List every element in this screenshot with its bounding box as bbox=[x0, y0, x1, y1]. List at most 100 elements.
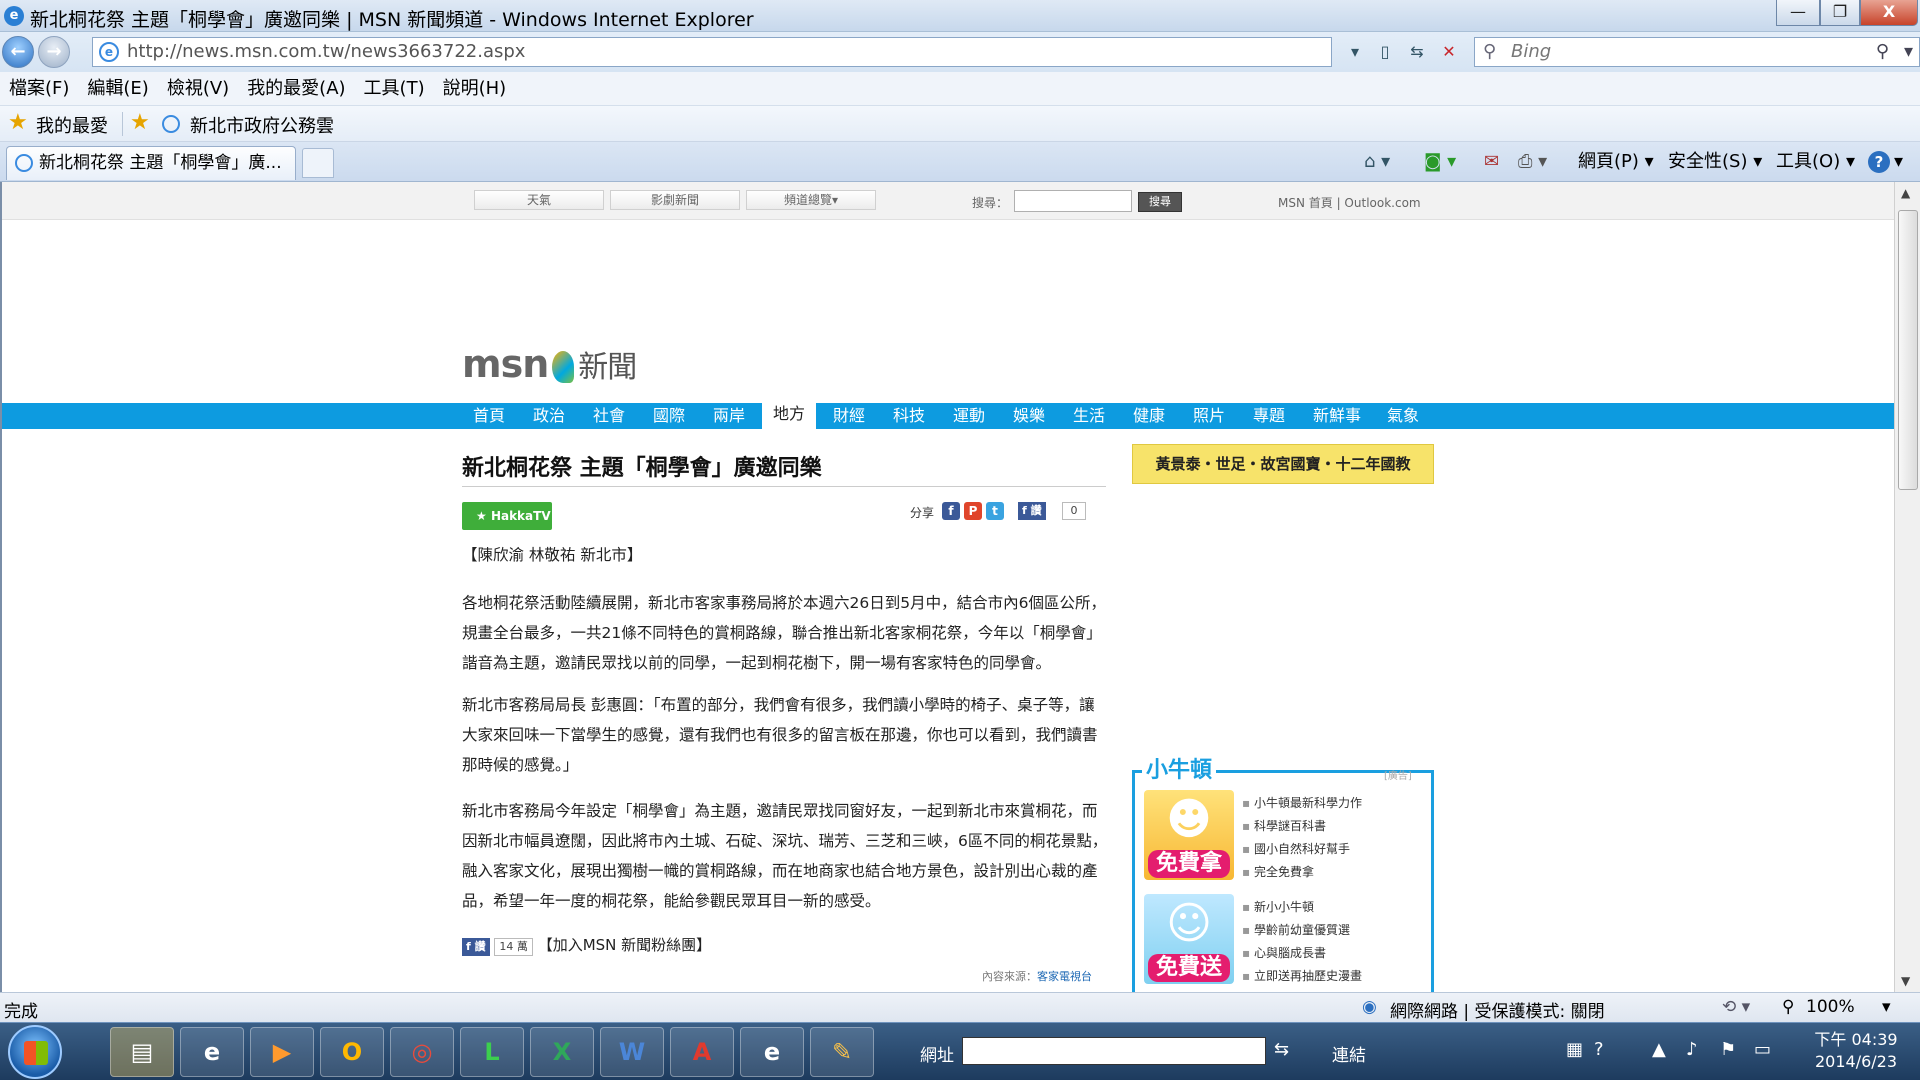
minimize-button[interactable]: — bbox=[1776, 0, 1820, 26]
fans-like-button[interactable]: f 讚 bbox=[462, 938, 490, 956]
menu-help[interactable]: 說明(H) bbox=[434, 72, 516, 106]
tab-active[interactable]: 新北桐花祭 主題「桐學會」廣... bbox=[6, 146, 296, 180]
list-item[interactable]: 科學謎百科書 bbox=[1242, 815, 1362, 838]
taskbar-links-label[interactable]: 連結 bbox=[1332, 1041, 1366, 1066]
newton-ad-image-2[interactable]: ☺ 免費送 bbox=[1144, 894, 1234, 984]
msn-search-button[interactable]: 搜尋 bbox=[1138, 192, 1182, 212]
new-tab-button[interactable] bbox=[302, 148, 334, 178]
popup-blocker-icon[interactable]: ⟲ ▾ bbox=[1722, 997, 1750, 1017]
search-input[interactable]: ⚲ Bing ⚲ ▾ bbox=[1474, 37, 1920, 67]
system-clock[interactable]: 下午 04:39 2014/6/23 bbox=[1800, 1029, 1912, 1073]
ie-window-taskbar-icon[interactable]: e bbox=[740, 1027, 804, 1077]
nav-item[interactable]: 生活 bbox=[1062, 403, 1116, 429]
weather-link[interactable]: 天氣 bbox=[474, 190, 604, 210]
menu-tools[interactable]: 工具(T) bbox=[355, 72, 434, 106]
list-item[interactable]: 新小小牛頓 bbox=[1242, 896, 1362, 919]
taskbar-go-icon[interactable]: ⇆ bbox=[1274, 1039, 1289, 1060]
nav-item-active[interactable]: 地方 bbox=[762, 401, 816, 429]
maximize-button[interactable]: ❐ bbox=[1820, 0, 1860, 26]
msn-news-logo[interactable]: msn 新聞 bbox=[462, 342, 637, 386]
tray-help-icon[interactable]: ? bbox=[1594, 1039, 1604, 1060]
zoom-level[interactable]: 100% bbox=[1806, 997, 1855, 1017]
address-bar[interactable]: e http://news.msn.com.tw/news3663722.asp… bbox=[92, 37, 1332, 67]
nav-item[interactable]: 首頁 bbox=[462, 403, 516, 429]
msn-search-input[interactable] bbox=[1014, 190, 1132, 212]
action-center-flag-icon[interactable]: ⚑ bbox=[1720, 1039, 1736, 1060]
vertical-scrollbar[interactable]: ▲ ▼ bbox=[1894, 182, 1920, 992]
volume-icon[interactable]: ♪ bbox=[1686, 1039, 1698, 1060]
scrollbar-thumb[interactable] bbox=[1898, 210, 1918, 490]
nav-item[interactable]: 氣象 bbox=[1376, 403, 1430, 429]
favorite-item-ntpc[interactable]: 新北市政府公務雲 bbox=[190, 112, 334, 138]
dropdown-arrow-icon[interactable]: ▾ bbox=[1342, 38, 1368, 66]
paint-taskbar-icon[interactable]: ✎ bbox=[810, 1027, 874, 1077]
list-item[interactable]: 心與腦成長書 bbox=[1242, 942, 1362, 965]
scroll-up-icon[interactable]: ▲ bbox=[1901, 186, 1910, 200]
compatibility-view-icon[interactable]: ▯ bbox=[1372, 38, 1398, 66]
search-options-icon[interactable]: ▾ bbox=[1904, 38, 1913, 66]
taskbar-address-input[interactable] bbox=[962, 1037, 1266, 1065]
print-icon[interactable]: ⎙ ▾ bbox=[1518, 148, 1547, 176]
stop-icon[interactable]: ✕ bbox=[1436, 38, 1462, 66]
security-zone[interactable]: 網際網路 | 受保護模式: 關閉 bbox=[1390, 997, 1605, 1022]
start-button[interactable] bbox=[8, 1025, 62, 1079]
back-button[interactable]: ← bbox=[2, 36, 34, 68]
outlook-taskbar-icon[interactable]: O bbox=[320, 1027, 384, 1077]
help-dropdown-icon[interactable]: ▾ bbox=[1894, 148, 1903, 176]
nav-item[interactable]: 兩岸 bbox=[702, 403, 756, 429]
list-item[interactable]: 完全免費拿 bbox=[1242, 861, 1362, 884]
mail-icon[interactable]: ✉ bbox=[1484, 148, 1499, 176]
show-hidden-icons[interactable]: ▲ bbox=[1652, 1039, 1666, 1060]
nav-item[interactable]: 新鮮事 bbox=[1304, 403, 1370, 429]
refresh-icon[interactable]: ⇆ bbox=[1404, 38, 1430, 66]
zoom-icon[interactable]: ⚲ bbox=[1782, 997, 1794, 1017]
hakkatv-logo[interactable]: ★ HakkaTV bbox=[462, 502, 552, 530]
nav-item[interactable]: 運動 bbox=[942, 403, 996, 429]
plurk-share-icon[interactable]: P bbox=[964, 502, 982, 520]
favorites-button[interactable]: 我的最愛 bbox=[36, 112, 108, 138]
menu-edit[interactable]: 編輯(E) bbox=[78, 72, 157, 106]
home-icon[interactable]: ⌂ ▾ bbox=[1364, 148, 1390, 176]
favorites-star-icon[interactable]: ★ bbox=[8, 110, 28, 135]
tray-network-icon[interactable]: ▦ bbox=[1566, 1039, 1583, 1060]
excel-taskbar-icon[interactable]: X bbox=[530, 1027, 594, 1077]
tools-menu[interactable]: 工具(O) ▾ bbox=[1776, 148, 1855, 176]
chrome-taskbar-icon[interactable]: ◎ bbox=[390, 1027, 454, 1077]
facebook-share-icon[interactable]: f bbox=[942, 502, 960, 520]
nav-item[interactable]: 健康 bbox=[1122, 403, 1176, 429]
nav-item[interactable]: 專題 bbox=[1242, 403, 1296, 429]
join-fans-link[interactable]: 【加入MSN 新聞粉絲團】 bbox=[538, 936, 711, 954]
source-link[interactable]: 客家電視台 bbox=[1037, 970, 1092, 983]
list-item[interactable]: 學齡前幼童優質選 bbox=[1242, 919, 1362, 942]
acrobat-taskbar-icon[interactable]: A bbox=[670, 1027, 734, 1077]
network-tray-icon[interactable]: ▭ bbox=[1754, 1039, 1771, 1060]
topic-banner[interactable]: 黃景泰・世足・故宮國寶・十二年國教 bbox=[1132, 444, 1434, 484]
menu-favorites[interactable]: 我的最愛(A) bbox=[238, 72, 354, 106]
safety-menu[interactable]: 安全性(S) ▾ bbox=[1668, 148, 1762, 176]
scroll-down-icon[interactable]: ▼ bbox=[1901, 974, 1910, 988]
zoom-dropdown-icon[interactable]: ▾ bbox=[1882, 997, 1891, 1017]
nav-item[interactable]: 財經 bbox=[822, 403, 876, 429]
word-taskbar-icon[interactable]: W bbox=[600, 1027, 664, 1077]
menu-file[interactable]: 檔案(F) bbox=[0, 72, 78, 106]
add-favorite-icon[interactable]: ★ bbox=[130, 110, 150, 135]
list-item[interactable]: 小牛頓最新科學力作 bbox=[1242, 792, 1362, 815]
window-title-bar[interactable]: e 新北桐花祭 主題「桐學會」廣邀同樂 | MSN 新聞頻道 - Windows… bbox=[0, 0, 1920, 32]
nav-item[interactable]: 照片 bbox=[1182, 403, 1236, 429]
video-link[interactable]: 影劇新聞 bbox=[610, 190, 740, 210]
ie-taskbar-icon[interactable]: e bbox=[180, 1027, 244, 1077]
close-button[interactable]: X bbox=[1860, 0, 1918, 26]
nav-item[interactable]: 政治 bbox=[522, 403, 576, 429]
channels-dropdown[interactable]: 頻道總覽▾ bbox=[746, 190, 876, 210]
list-item[interactable]: 國小自然科好幫手 bbox=[1242, 838, 1362, 861]
page-menu[interactable]: 網頁(P) ▾ bbox=[1578, 148, 1654, 176]
twitter-share-icon[interactable]: t bbox=[986, 502, 1004, 520]
explorer-taskbar-icon[interactable]: ▤ bbox=[110, 1027, 174, 1077]
line-taskbar-icon[interactable]: L bbox=[460, 1027, 524, 1077]
nav-item[interactable]: 國際 bbox=[642, 403, 696, 429]
forward-button[interactable]: → bbox=[38, 36, 70, 68]
feeds-icon[interactable]: ◙ ▾ bbox=[1424, 148, 1456, 176]
nav-item[interactable]: 娛樂 bbox=[1002, 403, 1056, 429]
media-player-taskbar-icon[interactable]: ▶ bbox=[250, 1027, 314, 1077]
nav-item[interactable]: 科技 bbox=[882, 403, 936, 429]
